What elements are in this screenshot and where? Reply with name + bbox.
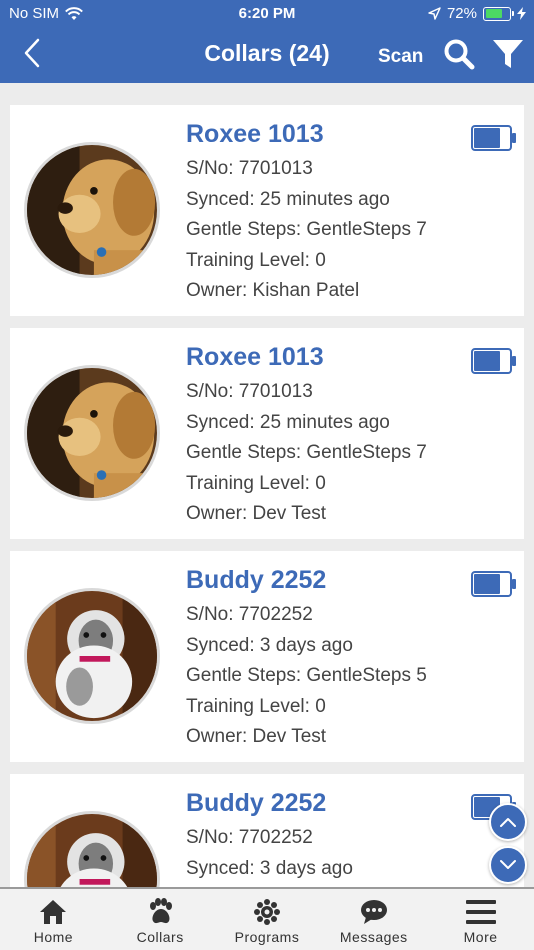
tab-home[interactable]: Home	[0, 889, 107, 950]
collar-battery-icon	[471, 125, 516, 151]
menu-icon	[465, 900, 496, 924]
dog-avatar	[24, 588, 160, 724]
tab-collars[interactable]: Collars	[107, 889, 214, 950]
gentle-steps: Gentle Steps: GentleSteps 5	[186, 665, 427, 686]
paw-icon	[150, 898, 173, 924]
collar-name[interactable]: Buddy 2252	[186, 789, 326, 818]
tab-programs[interactable]: Programs	[214, 889, 321, 950]
tab-collars-label: Collars	[136, 929, 184, 945]
collar-battery-icon	[471, 348, 516, 374]
programs-icon	[253, 899, 280, 925]
chevron-up-icon	[500, 818, 516, 827]
gentle-steps: Gentle Steps: GentleSteps 7	[186, 442, 427, 463]
serial-number: S/No: 7701013	[186, 158, 313, 179]
collar-card[interactable]: Buddy 2252 S/No: 7702252 Synced: 3 days …	[10, 551, 524, 762]
chevron-down-icon	[500, 860, 516, 869]
top-bar: No SIM 6:20 PM 72% Collars (24) Scan	[0, 0, 534, 83]
serial-number: S/No: 7701013	[186, 381, 313, 402]
tab-more-label: More	[463, 929, 498, 945]
dog-avatar	[24, 365, 160, 501]
sync-status: Synced: 25 minutes ago	[186, 412, 390, 433]
scan-button[interactable]: Scan	[378, 46, 423, 68]
scroll-up-button[interactable]	[489, 803, 527, 841]
training-level: Training Level: 0	[186, 696, 326, 717]
tab-more[interactable]: More	[427, 889, 534, 950]
collar-battery-icon	[471, 571, 516, 597]
location-arrow-icon	[428, 7, 441, 20]
collar-name[interactable]: Buddy 2252	[186, 566, 326, 595]
scroll-down-button[interactable]	[489, 846, 527, 884]
tab-messages-label: Messages	[339, 929, 408, 945]
battery-icon	[483, 6, 514, 21]
battery-percent: 72%	[446, 5, 477, 22]
sync-status: Synced: 25 minutes ago	[186, 189, 390, 210]
owner-name: Owner: Dev Test	[186, 503, 327, 524]
sync-status: Synced: 3 days ago	[186, 858, 353, 879]
filter-icon[interactable]	[492, 38, 524, 70]
tab-home-label: Home	[33, 929, 74, 945]
serial-number: S/No: 7702252	[186, 604, 313, 625]
collar-name[interactable]: Roxee 1013	[186, 120, 324, 149]
dog-avatar	[24, 142, 160, 278]
gentle-steps: Gentle Steps: GentleSteps 7	[186, 219, 427, 240]
owner-name: Owner: Dev Test	[186, 726, 327, 747]
training-level: Training Level: 0	[186, 473, 326, 494]
status-bar: No SIM 6:20 PM 72%	[0, 0, 534, 28]
tab-programs-label: Programs	[234, 929, 300, 945]
search-icon[interactable]	[443, 38, 475, 70]
owner-name: Owner: Kishan Patel	[186, 280, 360, 301]
training-level: Training Level: 0	[186, 250, 326, 271]
home-icon	[40, 900, 67, 924]
collar-card[interactable]: Roxee 1013 S/No: 7701013 Synced: 25 minu…	[10, 328, 524, 539]
collar-card[interactable]: Roxee 1013 S/No: 7701013 Synced: 25 minu…	[10, 105, 524, 316]
tab-bar: Home Collars Programs Messages More	[0, 887, 534, 950]
collar-name[interactable]: Roxee 1013	[186, 343, 324, 372]
tab-messages[interactable]: Messages	[320, 889, 427, 950]
serial-number: S/No: 7702252	[186, 827, 313, 848]
messages-icon	[360, 900, 387, 924]
charging-bolt-icon	[517, 7, 526, 20]
sync-status: Synced: 3 days ago	[186, 635, 353, 656]
